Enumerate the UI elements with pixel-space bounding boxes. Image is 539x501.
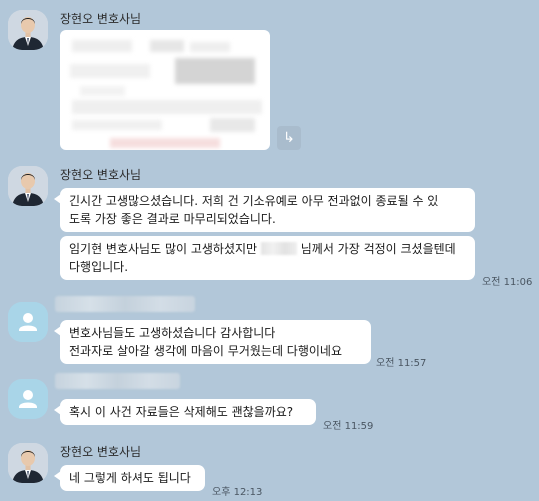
message-text: 도록 가장 좋은 결과로 마무리되었습니다. (69, 212, 276, 226)
share-button[interactable]: ↳ (277, 126, 301, 150)
message-text: 변호사님들도 고생하셨습니다 감사합니다 (69, 326, 276, 340)
message-text: 네 그렇게 하셔도 됩니다 (69, 471, 191, 485)
message-text: 님께서 가장 걱정이 크셨을텐데 (300, 242, 456, 256)
sender-name: 장현오 변호사님 (60, 168, 142, 182)
sender-name: 장현오 변호사님 (60, 445, 142, 459)
sender-name: 장현오 변호사님 (60, 12, 142, 26)
message-time: 오후 12:13 (212, 487, 263, 498)
message-time: 오전 11:59 (323, 421, 374, 432)
redacted-sender-name (55, 373, 180, 389)
sender-avatar[interactable] (8, 443, 48, 483)
message-bubble[interactable]: 임기현 변호사님도 많이 고생하셨지만 님께서 가장 걱정이 크셨을텐데 다행입… (60, 236, 475, 280)
share-arrow-icon: ↳ (283, 130, 295, 146)
lawyer-profile-photo (8, 166, 48, 206)
user-avatar[interactable] (8, 302, 48, 342)
sender-avatar[interactable] (8, 10, 48, 50)
sender-avatar[interactable] (8, 166, 48, 206)
default-user-icon (8, 302, 48, 342)
lawyer-profile-photo (8, 443, 48, 483)
lawyer-profile-photo (8, 10, 48, 50)
message-bubble[interactable]: 네 그렇게 하셔도 됩니다 (54, 465, 205, 491)
message-bubble[interactable]: 변호사님들도 고생하셨습니다 감사합니다 전과자로 살아갈 생각에 마음이 무거… (54, 320, 371, 364)
message-text: 혹시 이 사건 자료들은 삭제해도 괜찮을까요? (69, 405, 294, 419)
message-text: 긴시간 고생많으셨습니다. 저희 건 기소유예로 아무 전과없이 종료될 수 있 (69, 194, 439, 208)
image-message[interactable] (60, 30, 270, 150)
default-user-icon (8, 379, 48, 419)
message-text: 임기현 변호사님도 많이 고생하셨지만 (69, 242, 258, 256)
message-bubble[interactable]: 혹시 이 사건 자료들은 삭제해도 괜찮을까요? (54, 399, 316, 425)
user-avatar[interactable] (8, 379, 48, 419)
redacted-sender-name (55, 296, 195, 312)
message-text: 전과자로 살아갈 생각에 마음이 무거웠는데 다행이네요 (69, 344, 342, 358)
message-time: 오전 11:06 (482, 277, 533, 288)
message-time: 오전 11:57 (376, 358, 427, 369)
message-text: 다행입니다. (69, 260, 129, 274)
redacted-name (260, 242, 297, 255)
message-bubble[interactable]: 긴시간 고생많으셨습니다. 저희 건 기소유예로 아무 전과없이 종료될 수 있… (54, 188, 475, 232)
